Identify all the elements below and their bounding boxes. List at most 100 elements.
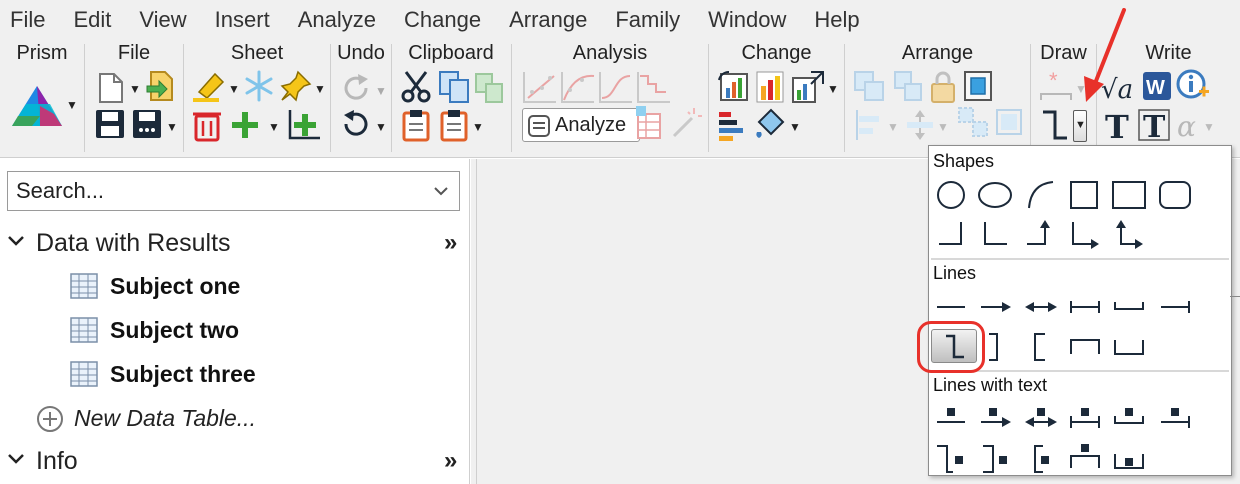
arrow-line-icon[interactable] xyxy=(975,288,1015,326)
analyze-button[interactable]: Analyze xyxy=(522,108,640,142)
cut-icon[interactable] xyxy=(400,70,432,104)
menu-arrange[interactable]: Arrange xyxy=(509,7,587,33)
redo-caret[interactable]: ▼ xyxy=(375,84,387,98)
double-arrow-line-icon[interactable] xyxy=(1021,288,1061,326)
text-arrow-line-icon[interactable] xyxy=(975,400,1015,438)
section-info[interactable]: Info » xyxy=(0,443,470,483)
change-graph-type-icon[interactable] xyxy=(717,70,751,104)
import-file-icon[interactable] xyxy=(145,70,175,102)
survival-curve-icon[interactable] xyxy=(636,70,672,104)
menu-analyze[interactable]: Analyze xyxy=(298,7,376,33)
new-file-icon[interactable] xyxy=(96,72,126,104)
new-results-icon[interactable] xyxy=(636,106,666,140)
sigmoid-fit-icon[interactable] xyxy=(598,70,634,104)
corner-arrow-up-shape-icon[interactable] xyxy=(1021,216,1061,254)
paint-caret[interactable]: ▼ xyxy=(789,120,801,134)
new-file-caret[interactable]: ▼ xyxy=(129,82,141,96)
text-step-bracket-line-icon[interactable] xyxy=(931,440,971,478)
pane-divider[interactable] xyxy=(476,159,477,484)
collapse-chevron-icon[interactable] xyxy=(6,231,26,251)
paint-bucket-icon[interactable] xyxy=(753,106,787,140)
save-icon[interactable] xyxy=(94,108,126,140)
symbol-alpha-icon[interactable]: α xyxy=(1175,110,1203,142)
menu-family[interactable]: Family xyxy=(615,7,680,33)
section-data-with-results[interactable]: Data with Results » xyxy=(0,225,470,265)
magic-wand-icon[interactable] xyxy=(670,106,702,140)
draw-dropdown-button[interactable]: ▼ xyxy=(1073,110,1087,142)
ellipse-shape-icon[interactable] xyxy=(975,176,1015,214)
copy-icon[interactable] xyxy=(438,70,470,104)
ungroup-icon[interactable] xyxy=(893,70,923,104)
pin-caret[interactable]: ▼ xyxy=(314,82,326,96)
text-right-bracket-line-icon[interactable] xyxy=(975,440,1015,478)
text-dimension-line-icon[interactable] xyxy=(1065,400,1105,438)
save-caret[interactable]: ▼ xyxy=(166,120,178,134)
text-bracket-up-line-icon[interactable] xyxy=(1109,400,1149,438)
delete-trash-icon[interactable] xyxy=(192,108,222,142)
menu-view[interactable]: View xyxy=(139,7,186,33)
menu-window[interactable]: Window xyxy=(708,7,786,33)
corner-arrow-right-shape-icon[interactable] xyxy=(1065,216,1105,254)
bracket-line-icon[interactable] xyxy=(1039,108,1069,142)
snowflake-icon[interactable] xyxy=(243,70,275,102)
bottom-bracket-line-icon[interactable] xyxy=(1109,328,1149,366)
corner-right-shape-icon[interactable] xyxy=(931,216,971,254)
align-left-icon[interactable] xyxy=(853,108,887,142)
circle-shape-icon[interactable] xyxy=(931,176,971,214)
distribute-caret[interactable]: ▼ xyxy=(937,120,949,134)
bring-to-front-icon[interactable] xyxy=(963,70,993,104)
snap-grid-icon[interactable] xyxy=(993,106,1025,140)
undo-icon[interactable] xyxy=(340,108,372,140)
add-sheet-caret[interactable]: ▼ xyxy=(268,120,280,134)
paste-icon[interactable] xyxy=(402,108,430,142)
collapse-chevron-icon[interactable] xyxy=(6,449,26,469)
highlighter-icon[interactable] xyxy=(191,70,227,102)
pin-icon[interactable] xyxy=(280,70,312,102)
group-objects-icon[interactable] xyxy=(853,70,887,104)
menu-help[interactable]: Help xyxy=(814,7,859,33)
corner-double-arrow-shape-icon[interactable] xyxy=(1109,216,1149,254)
nonlinear-fit-icon[interactable] xyxy=(560,70,596,104)
text-bottom-bracket-line-icon[interactable] xyxy=(1109,440,1149,478)
copy-format-icon[interactable] xyxy=(474,72,504,104)
add-graph-icon[interactable] xyxy=(286,108,322,142)
rounded-rectangle-shape-icon[interactable] xyxy=(1155,176,1195,214)
lock-icon[interactable] xyxy=(929,70,957,104)
menu-file[interactable]: File xyxy=(10,7,45,33)
left-bracket-line-icon[interactable] xyxy=(1021,328,1061,366)
redo-icon[interactable] xyxy=(340,72,372,104)
word-icon[interactable]: W xyxy=(1141,70,1173,102)
paste-special-icon[interactable] xyxy=(440,108,468,142)
asterisk-line-icon[interactable]: * xyxy=(1037,70,1077,104)
new-data-table-link[interactable]: New Data Table... xyxy=(36,399,336,439)
axes-format-icon[interactable] xyxy=(717,108,749,142)
align-caret[interactable]: ▼ xyxy=(887,120,899,134)
menu-change[interactable]: Change xyxy=(404,7,481,33)
data-table-item[interactable]: Subject one xyxy=(70,267,450,307)
corner-left-shape-icon[interactable] xyxy=(975,216,1015,254)
text-top-bracket-line-icon[interactable] xyxy=(1065,440,1105,478)
menu-insert[interactable]: Insert xyxy=(215,7,270,33)
graph-format-caret[interactable]: ▼ xyxy=(827,82,839,96)
info-add-icon[interactable] xyxy=(1175,68,1211,104)
dimension-line-icon[interactable] xyxy=(1065,288,1105,326)
distribute-icon[interactable] xyxy=(905,108,935,142)
symbol-caret[interactable]: ▼ xyxy=(1203,120,1215,134)
menu-edit[interactable]: Edit xyxy=(73,7,111,33)
undo-caret[interactable]: ▼ xyxy=(375,120,387,134)
data-table-item[interactable]: Subject three xyxy=(70,355,450,395)
text-line-icon[interactable] xyxy=(931,400,971,438)
bracket-up-line-icon[interactable] xyxy=(1109,288,1149,326)
search-box[interactable] xyxy=(7,171,460,211)
prism-logo-icon[interactable] xyxy=(10,84,64,130)
rectangle-shape-icon[interactable] xyxy=(1109,176,1149,214)
text-left-bracket-line-icon[interactable] xyxy=(1021,440,1061,478)
text-tool-icon[interactable]: T xyxy=(1103,108,1133,142)
text-double-arrow-line-icon[interactable] xyxy=(1021,400,1061,438)
graph-format-icon[interactable] xyxy=(791,70,825,104)
paste-caret[interactable]: ▼ xyxy=(472,120,484,134)
text-box-icon[interactable]: T xyxy=(1137,108,1171,142)
search-input[interactable] xyxy=(8,172,408,210)
end-tick-line-icon[interactable] xyxy=(1155,288,1195,326)
highlighter-caret[interactable]: ▼ xyxy=(228,82,240,96)
